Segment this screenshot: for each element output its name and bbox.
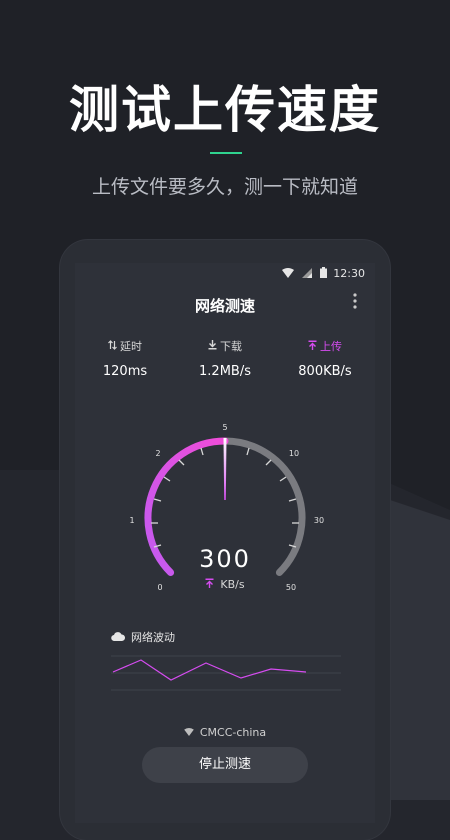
download-icon <box>208 339 217 353</box>
latency-icon <box>108 339 117 353</box>
wifi-icon <box>282 267 294 281</box>
wave-title: 网络波动 <box>131 631 175 644</box>
phone-screen: 12:30 网络测速 延时 120ms 下载 1.2MB/s 上传 800KB/… <box>75 263 375 823</box>
stat-value: 120ms <box>102 364 148 379</box>
accent-divider <box>210 152 242 154</box>
gauge-tick-label: 30 <box>314 516 324 525</box>
cloud-icon <box>111 631 126 644</box>
stats-row: 延时 120ms 下载 1.2MB/s 上传 800KB/s <box>75 338 375 388</box>
gauge-needle <box>223 438 227 500</box>
stat-label: 上传 <box>320 340 342 353</box>
stat-download: 下载 1.2MB/s <box>175 338 275 379</box>
speed-unit: KB/s <box>220 578 245 591</box>
stat-upload: 上传 800KB/s <box>275 338 375 379</box>
wave-header: 网络波动 <box>111 629 175 645</box>
promo-headline: 测试上传速度 <box>69 80 381 139</box>
stat-latency: 延时 120ms <box>75 338 175 379</box>
gauge-tick-label: 5 <box>222 423 227 432</box>
network-name: CMCC-china <box>199 726 267 739</box>
promo-subline: 上传文件要多久，测一下就知道 <box>91 176 358 198</box>
speed-value: 300 <box>199 545 251 573</box>
wave-chart <box>111 655 341 691</box>
gauge-tick-label: 1 <box>129 516 134 525</box>
stat-value: 800KB/s <box>298 364 352 379</box>
status-time: 12:30 <box>333 267 365 280</box>
wifi-icon <box>184 726 194 739</box>
stat-label: 下载 <box>220 340 242 353</box>
gauge-tick-label: 0 <box>157 583 162 592</box>
more-vertical-icon[interactable] <box>349 293 361 315</box>
app-bar: 网络测速 <box>75 285 375 325</box>
stop-test-button[interactable]: 停止测速 <box>142 747 308 783</box>
stat-label: 延时 <box>120 340 142 353</box>
page-title: 网络测速 <box>194 297 255 315</box>
gauge-tick-label: 50 <box>286 583 296 592</box>
wave-line <box>112 659 307 681</box>
gauge-tick-label: 2 <box>155 449 160 458</box>
speed-unit-row: KB/s <box>175 578 275 591</box>
stat-value: 1.2MB/s <box>199 364 251 379</box>
signal-icon <box>302 267 312 281</box>
battery-icon <box>320 267 327 281</box>
gauge-tick-label: 10 <box>289 449 299 458</box>
upload-icon <box>205 578 214 591</box>
status-bar: 12:30 <box>75 263 375 285</box>
network-row: CMCC-china <box>75 726 375 739</box>
upload-icon <box>308 340 317 353</box>
